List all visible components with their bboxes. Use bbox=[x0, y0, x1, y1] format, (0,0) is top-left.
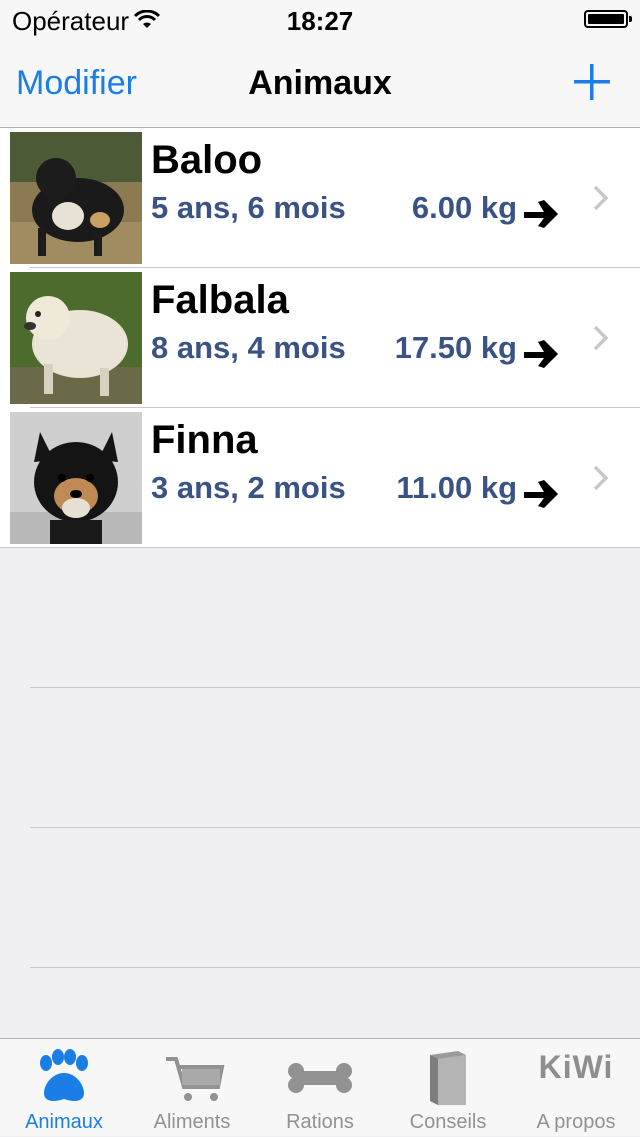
tab-animaux[interactable]: Animaux bbox=[0, 1039, 128, 1137]
tab-rations[interactable]: Rations bbox=[256, 1039, 384, 1137]
animal-weight: 17.50 kg bbox=[394, 330, 517, 365]
animal-age: 8 ans, 4 mois bbox=[151, 330, 346, 365]
animal-photo bbox=[10, 132, 142, 264]
page-title: Animaux bbox=[248, 64, 392, 102]
empty-row-separator bbox=[30, 827, 640, 828]
plus-icon[interactable] bbox=[572, 62, 612, 102]
animal-weight: 6.00 kg bbox=[411, 190, 517, 225]
animal-age: 5 ans, 6 mois bbox=[151, 190, 346, 225]
tab-conseils[interactable]: Conseils bbox=[384, 1039, 512, 1137]
empty-row-separator bbox=[30, 967, 640, 968]
arrow-right-icon bbox=[524, 340, 558, 368]
kiwi-logo: KiWi bbox=[538, 1049, 614, 1085]
animal-name: Finna bbox=[151, 418, 258, 462]
empty-row-separator bbox=[30, 687, 640, 688]
animal-age: 3 ans, 2 mois bbox=[151, 470, 346, 505]
chevron-right-icon bbox=[593, 185, 609, 211]
battery-icon bbox=[584, 10, 632, 28]
tab-aliments[interactable]: Aliments bbox=[128, 1039, 256, 1137]
paw-icon bbox=[40, 1049, 88, 1101]
clock: 18:27 bbox=[286, 6, 354, 36]
chevron-right-icon bbox=[593, 325, 609, 351]
tab-label: Animaux bbox=[25, 1111, 103, 1133]
arrow-right-icon bbox=[524, 200, 558, 228]
row-separator bbox=[0, 547, 640, 548]
tab-label: Conseils bbox=[409, 1111, 487, 1133]
tab-a-propos[interactable]: KiWi A propos bbox=[512, 1039, 640, 1137]
chevron-right-icon bbox=[593, 465, 609, 491]
cart-icon bbox=[166, 1057, 225, 1101]
tab-label: A propos bbox=[536, 1111, 616, 1133]
animal-photo bbox=[10, 272, 142, 404]
tab-bar: Animaux Aliments Rations Conseils KiWi A… bbox=[0, 1038, 640, 1136]
animal-row-baloo[interactable]: Baloo 5 ans, 6 mois 6.00 kg bbox=[0, 128, 640, 268]
animal-name: Baloo bbox=[151, 138, 263, 182]
status-bar: Opérateur 18:27 bbox=[0, 0, 640, 40]
bone-icon bbox=[288, 1063, 352, 1093]
arrow-right-icon bbox=[524, 480, 558, 508]
animal-photo bbox=[10, 412, 142, 544]
animal-weight: 11.00 kg bbox=[396, 470, 517, 505]
tab-label: Aliments bbox=[153, 1111, 231, 1133]
tab-label: Rations bbox=[286, 1111, 354, 1133]
navigation-bar: Modifier Animaux bbox=[0, 40, 640, 128]
animal-name: Falbala bbox=[151, 278, 289, 322]
animal-row-falbala[interactable]: Falbala 8 ans, 4 mois 17.50 kg bbox=[0, 268, 640, 408]
book-icon bbox=[430, 1051, 466, 1105]
animal-row-finna[interactable]: Finna 3 ans, 2 mois 11.00 kg bbox=[0, 408, 640, 548]
animal-list: Baloo 5 ans, 6 mois 6.00 kg Falbala 8 an… bbox=[0, 128, 640, 548]
